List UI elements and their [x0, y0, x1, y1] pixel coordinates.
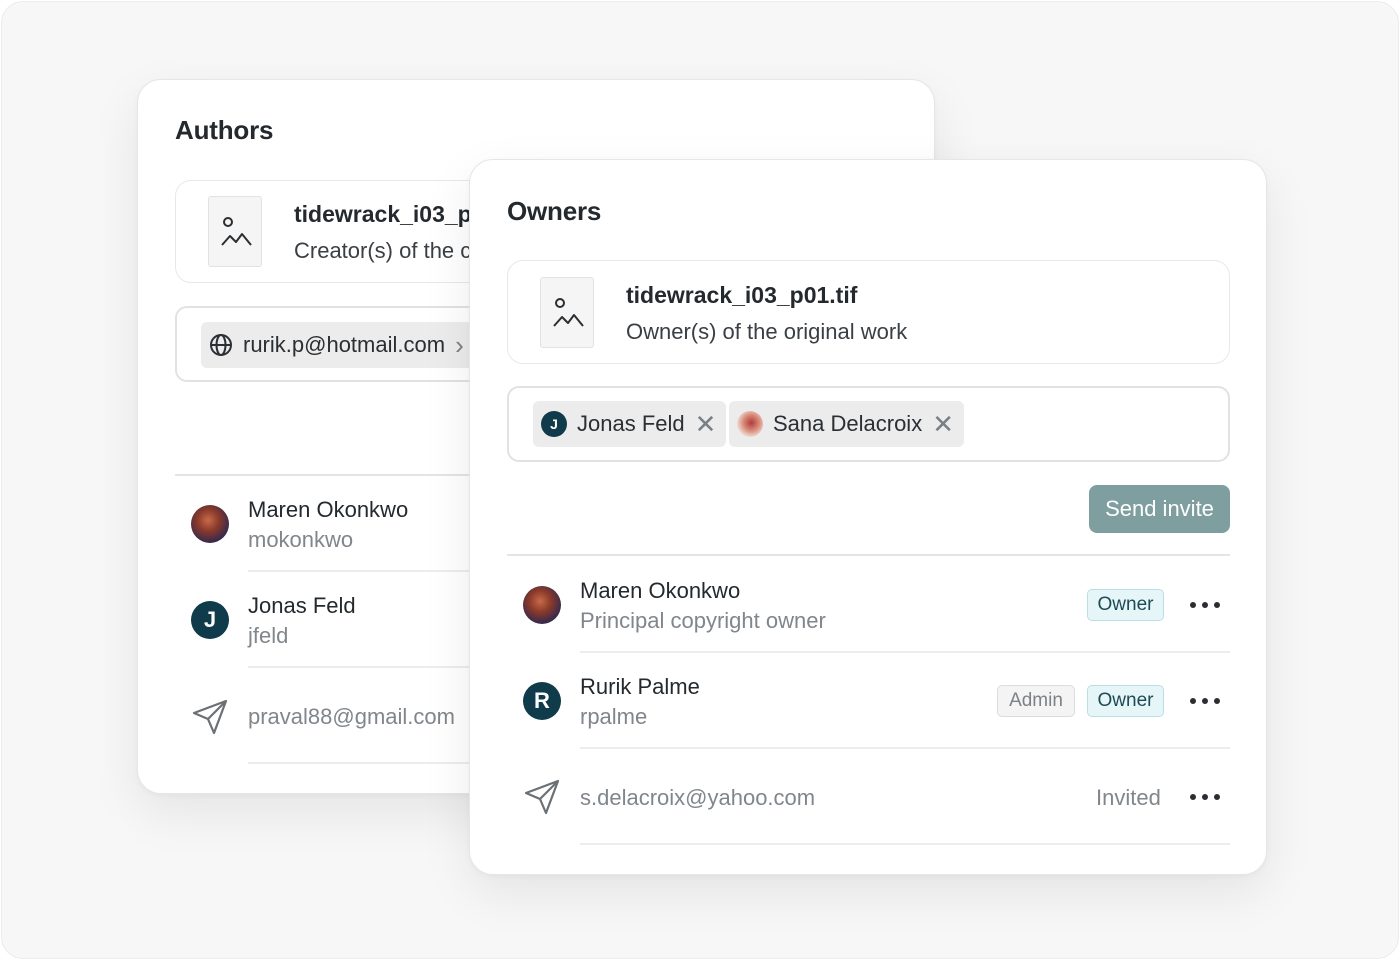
member-username: jfeld [248, 623, 289, 648]
owners-file-name: tidewrack_i03_p01.tif [626, 282, 858, 308]
member-name: Maren Okonkwo [580, 578, 741, 603]
authors-file-description: Creator(s) of the c [294, 238, 472, 263]
close-icon[interactable]: ✕ [695, 411, 717, 437]
owner-chip-jonas[interactable]: J Jonas Feld ✕ [533, 401, 727, 447]
avatar: J [191, 601, 229, 639]
row-divider [580, 651, 1230, 653]
invite-status: Invited [1096, 785, 1161, 810]
authors-file-name: tidewrack_i03_p [294, 201, 472, 227]
authors-title: Authors [175, 115, 274, 145]
avatar: J [541, 411, 567, 437]
owners-title: Owners [507, 196, 602, 226]
send-icon [524, 779, 560, 815]
close-icon[interactable]: › [455, 332, 464, 358]
more-icon[interactable] [1190, 787, 1220, 807]
file-thumbnail [540, 277, 594, 348]
invite-email: praval88@gmail.com [248, 704, 455, 729]
chip-label: Sana Delacroix [773, 411, 923, 436]
member-username: mokonkwo [248, 527, 354, 552]
avatar [737, 411, 763, 437]
owner-badge: Owner [1087, 685, 1164, 717]
avatar [191, 505, 229, 543]
owners-panel: Owners tidewrack_i03_p01.tif Owner(s) of… [469, 159, 1267, 875]
email-chip-label: rurik.p@hotmail.com [243, 332, 446, 357]
avatar: R [523, 682, 561, 720]
more-icon[interactable] [1190, 691, 1220, 711]
owner-badge: Owner [1087, 589, 1164, 621]
avatar [523, 586, 561, 624]
member-name: Rurik Palme [580, 674, 700, 699]
globe-icon [210, 334, 232, 356]
send-icon [192, 699, 228, 735]
member-username: rpalme [580, 704, 648, 729]
more-icon[interactable] [1190, 595, 1220, 615]
file-thumbnail [208, 196, 262, 267]
admin-badge: Admin [997, 685, 1075, 717]
owners-file-card: tidewrack_i03_p01.tif Owner(s) of the or… [507, 260, 1230, 364]
invite-email: s.delacroix@yahoo.com [580, 785, 816, 810]
image-placeholder-icon [553, 298, 584, 327]
member-name: Maren Okonkwo [248, 497, 409, 522]
owners-divider [507, 554, 1230, 556]
chip-label: Jonas Feld [577, 411, 685, 436]
send-invite-button[interactable]: Send invite [1089, 485, 1230, 533]
member-role: Principal copyright owner [580, 608, 826, 633]
email-chip[interactable]: rurik.p@hotmail.com › [201, 322, 474, 368]
owner-chip-sana[interactable]: Sana Delacroix ✕ [729, 401, 964, 447]
row-divider [580, 747, 1230, 749]
owners-token-input[interactable]: J Jonas Feld ✕ Sana Delacroix ✕ [507, 386, 1230, 462]
member-name: Jonas Feld [248, 593, 356, 618]
owners-file-description: Owner(s) of the original work [626, 319, 908, 344]
image-placeholder-icon [221, 217, 252, 246]
row-divider [580, 843, 1230, 845]
close-icon[interactable]: ✕ [932, 411, 954, 437]
